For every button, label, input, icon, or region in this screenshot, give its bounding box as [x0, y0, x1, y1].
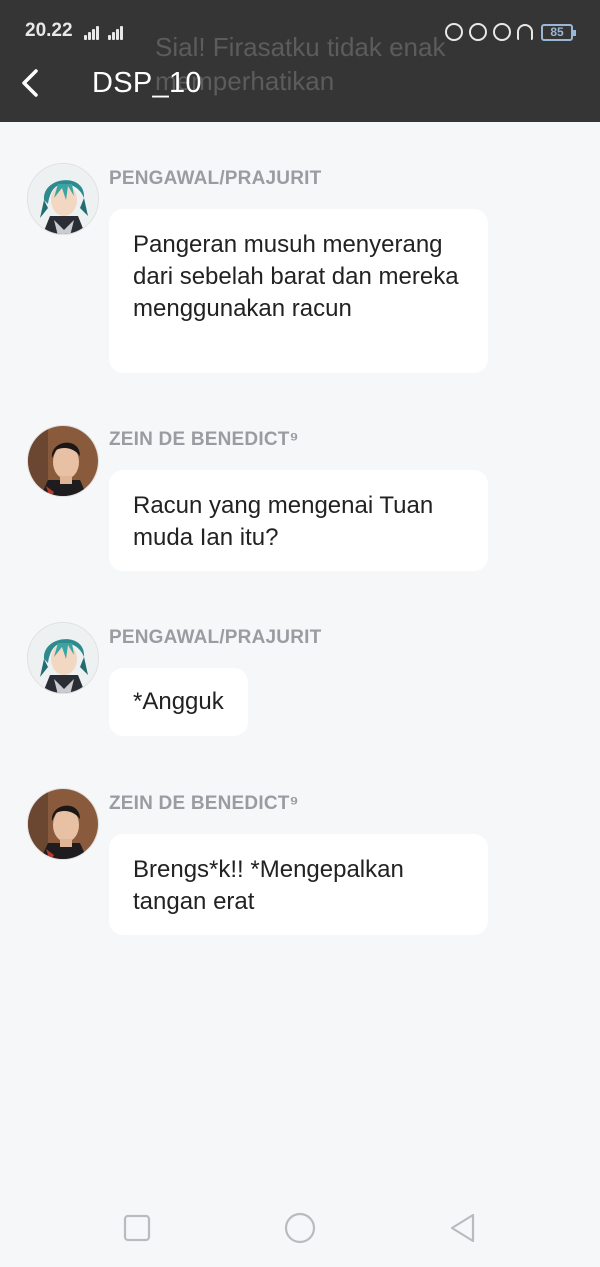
home-button[interactable] [284, 1212, 316, 1244]
dark-hair-man-avatar [28, 426, 98, 496]
status-icons: 85 [445, 21, 576, 43]
chat-title: DSP_10 [92, 67, 202, 99]
teal-hair-soldier-avatar [28, 623, 98, 693]
headphones-icon [517, 24, 533, 40]
message-bubble[interactable]: *Angguk [109, 668, 248, 736]
chevron-left-icon [22, 69, 38, 97]
square-icon [123, 1214, 151, 1242]
status-time: 20.22 [25, 20, 73, 41]
avatar[interactable] [27, 788, 99, 860]
avatar[interactable] [27, 622, 99, 694]
sender-name: ZEIN DE BENEDICT⁹ [109, 429, 299, 450]
recent-apps-button[interactable] [121, 1212, 153, 1244]
message-bubble[interactable]: Brengs*k!! *Mengepalkan tangan erat [109, 834, 488, 935]
message-bubble[interactable]: Racun yang mengenai Tuan muda Ian itu? [109, 470, 488, 571]
triangle-back-icon [450, 1213, 475, 1243]
system-nav-bar [0, 1190, 600, 1267]
teal-hair-soldier-avatar [28, 164, 98, 234]
battery-icon: 85 [541, 23, 576, 41]
avatar[interactable] [27, 425, 99, 497]
dark-hair-man-avatar [28, 789, 98, 859]
sender-name: PENGAWAL/PRAJURIT [109, 627, 322, 648]
eye-comfort-icon [445, 23, 463, 41]
lock-rotation-icon [469, 23, 487, 41]
sender-name: ZEIN DE BENEDICT⁹ [109, 793, 299, 814]
circle-icon [284, 1212, 316, 1244]
back-button[interactable] [14, 63, 50, 103]
sender-name: PENGAWAL/PRAJURIT [109, 168, 322, 189]
back-nav-button[interactable] [447, 1212, 479, 1244]
signal-icon [84, 24, 102, 40]
signal-icon [108, 24, 126, 40]
alarm-icon [493, 23, 511, 41]
ghost-overlay-text: Sial! Firasatku tidak enak memperhatikan [155, 32, 446, 96]
avatar[interactable] [27, 163, 99, 235]
app-header: Sial! Firasatku tidak enak memperhatikan… [0, 0, 600, 122]
message-bubble[interactable]: Pangeran musuh menyerang dari sebelah ba… [109, 209, 488, 373]
